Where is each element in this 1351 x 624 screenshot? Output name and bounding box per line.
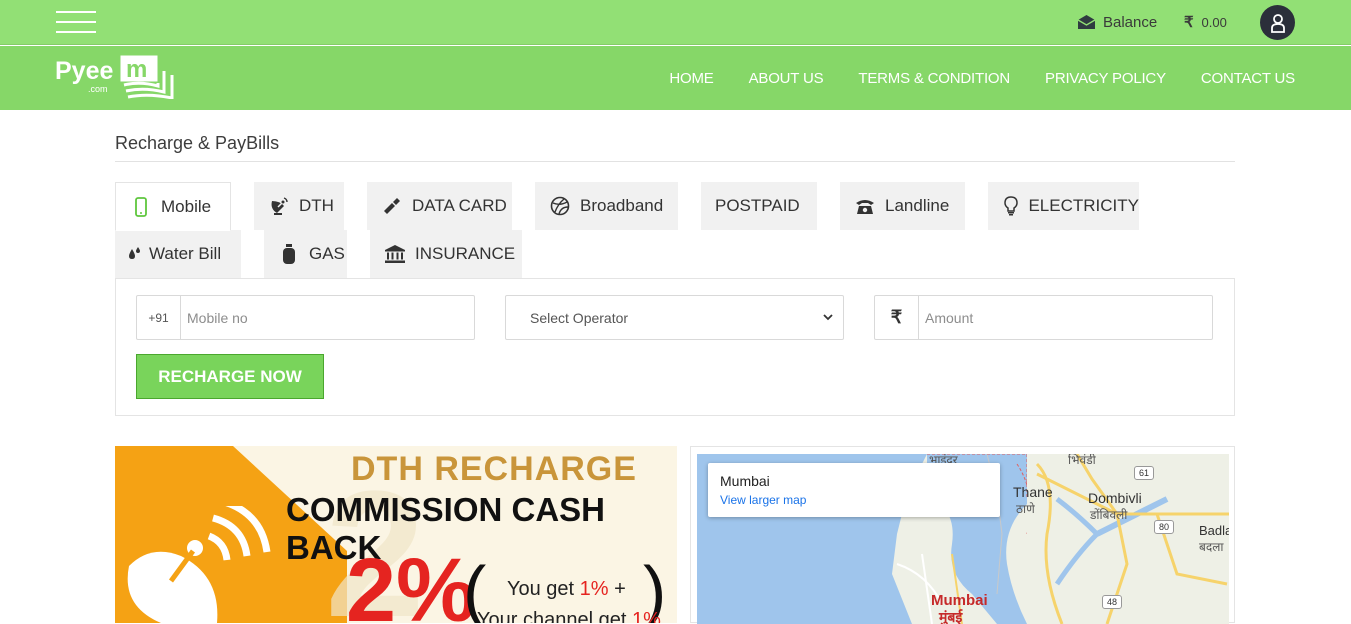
road-badge: 80 — [1154, 520, 1174, 534]
usb-stick-icon — [381, 196, 403, 216]
section-divider — [115, 161, 1235, 162]
road-badge: 61 — [1134, 466, 1154, 480]
banner-text-highlight: 1% — [579, 578, 609, 600]
user-avatar-button[interactable] — [1260, 5, 1295, 40]
nav-terms-condition[interactable]: TERMS & CONDITION — [858, 70, 1010, 87]
tab-data-card[interactable]: DATA CARD — [367, 182, 512, 230]
rupee-icon: ₹ — [1184, 14, 1194, 31]
bank-building-icon — [384, 244, 406, 264]
mobile-number-input[interactable] — [181, 296, 474, 339]
amount-field: ₹ — [874, 295, 1213, 340]
banner-you-get: You get 1% + — [507, 578, 626, 601]
tab-label: GAS — [309, 244, 345, 263]
wallet-envelope-icon — [1077, 15, 1096, 29]
google-map[interactable]: भाइंदर भिवंडी 61 Thane ठाणे Dombivli डों… — [697, 454, 1229, 624]
globe-icon — [549, 196, 571, 216]
map-label-thane-local: ठाणे — [1016, 502, 1035, 516]
map-embed: भाइंदर भिवंडी 61 Thane ठाणे Dombivli डों… — [690, 446, 1235, 624]
operator-select-value: Select Operator — [530, 309, 629, 326]
tab-label: DTH — [299, 196, 334, 215]
nav-links: HOME ABOUT US TERMS & CONDITION PRIVACY … — [634, 46, 1295, 110]
tab-postpaid[interactable]: POSTPAID — [701, 182, 817, 230]
nav-privacy-policy[interactable]: PRIVACY POLICY — [1045, 70, 1166, 87]
balance-amount: ₹ 0.00 — [1184, 12, 1227, 32]
map-label-mumbai-local: मुंबई — [939, 609, 963, 624]
tab-dth[interactable]: DTH — [254, 182, 344, 230]
satellite-dish-icon — [268, 196, 290, 216]
banner-text-suffix: + — [608, 578, 626, 600]
road-badge: 48 — [1102, 595, 1122, 609]
map-label-badlapur: Badla — [1199, 523, 1229, 538]
amount-input[interactable] — [919, 296, 1212, 339]
rupee-icon: ₹ — [875, 296, 919, 339]
nav-home[interactable]: HOME — [669, 70, 713, 87]
gas-cylinder-icon — [278, 243, 300, 265]
brand-logo[interactable]: Pyee .com m — [54, 53, 179, 101]
tab-insurance[interactable]: INSURANCE — [370, 230, 522, 278]
mobile-number-field: +91 — [136, 295, 475, 340]
map-label-dombivli: Dombivli — [1088, 490, 1142, 506]
dth-cashback-banner[interactable]: 2 DTH RECHARGE COMMISSION CASH BACK 2% (… — [115, 446, 677, 623]
main-navbar: Pyee .com m HOME ABOUT US TERMS & CONDIT… — [0, 46, 1351, 110]
tab-label: POSTPAID — [715, 196, 800, 215]
logo-mark-icon: m — [120, 55, 174, 99]
tab-electricity[interactable]: ELECTRICITY — [988, 182, 1139, 230]
recharge-now-button[interactable]: RECHARGE NOW — [136, 354, 324, 399]
banner-text-prefix: You get — [507, 578, 580, 600]
map-label-bhiwandi: भिवंडी — [1068, 454, 1096, 467]
tab-mobile[interactable]: Mobile — [115, 182, 231, 231]
nav-contact-us[interactable]: CONTACT US — [1201, 70, 1295, 87]
logo-text: Pyee — [55, 57, 114, 85]
lightbulb-icon — [1002, 196, 1019, 216]
operator-select[interactable]: Select Operator — [505, 295, 844, 340]
tab-label: INSURANCE — [415, 244, 516, 263]
nav-about-us[interactable]: ABOUT US — [749, 70, 824, 87]
hamburger-menu-icon[interactable] — [56, 11, 96, 35]
balance-value: 0.00 — [1201, 14, 1227, 30]
map-info-card: Mumbai View larger map — [708, 463, 1000, 517]
tab-label: Broadband — [580, 196, 664, 215]
telephone-icon — [854, 197, 876, 215]
map-label-thane: Thane — [1013, 484, 1053, 500]
banner-text-highlight: 1% — [631, 609, 661, 623]
water-drop-icon — [125, 246, 143, 262]
balance-indicator: Balance — [1077, 12, 1157, 32]
section-title: Recharge & PayBills — [115, 133, 280, 153]
banner-channel-get: Your channel get 1% — [477, 609, 661, 623]
tab-label: DATA CARD — [412, 196, 507, 215]
view-larger-map-link[interactable]: View larger map — [720, 493, 806, 507]
satellite-dish-icon — [127, 506, 271, 623]
recharge-form-panel: +91 Select Operator ₹ RECHARGE NOW — [115, 278, 1235, 416]
logo-suffix: .com — [88, 84, 108, 94]
tab-water-bill[interactable]: Water Bill — [115, 230, 241, 278]
top-bar: Balance ₹ 0.00 — [0, 0, 1351, 45]
tab-broadband[interactable]: Broadband — [535, 182, 678, 230]
mobile-icon — [130, 196, 152, 217]
tab-landline[interactable]: Landline — [840, 182, 965, 230]
tab-gas[interactable]: GAS — [264, 230, 347, 278]
map-label-badlapur-local: बदला — [1199, 540, 1224, 554]
tab-label: ELECTRICITY — [1028, 196, 1139, 215]
map-place-name: Mumbai — [720, 473, 770, 489]
banner-heading: DTH RECHARGE — [351, 450, 637, 488]
logo-mark-letter: m — [126, 56, 147, 83]
chevron-down-icon — [823, 314, 833, 321]
tab-label: Water Bill — [149, 244, 222, 263]
user-icon — [1270, 13, 1285, 33]
banner-text-prefix: Your channel get — [477, 609, 632, 623]
country-code-prefix: +91 — [137, 296, 181, 339]
banner-percentage: 2% — [346, 541, 477, 623]
map-label-dombivli-local: डोंबिवली — [1090, 508, 1128, 522]
map-label-mumbai: Mumbai — [931, 592, 988, 609]
tab-label: Landline — [885, 196, 950, 215]
balance-label: Balance — [1103, 13, 1158, 31]
tab-label: Mobile — [161, 196, 212, 216]
